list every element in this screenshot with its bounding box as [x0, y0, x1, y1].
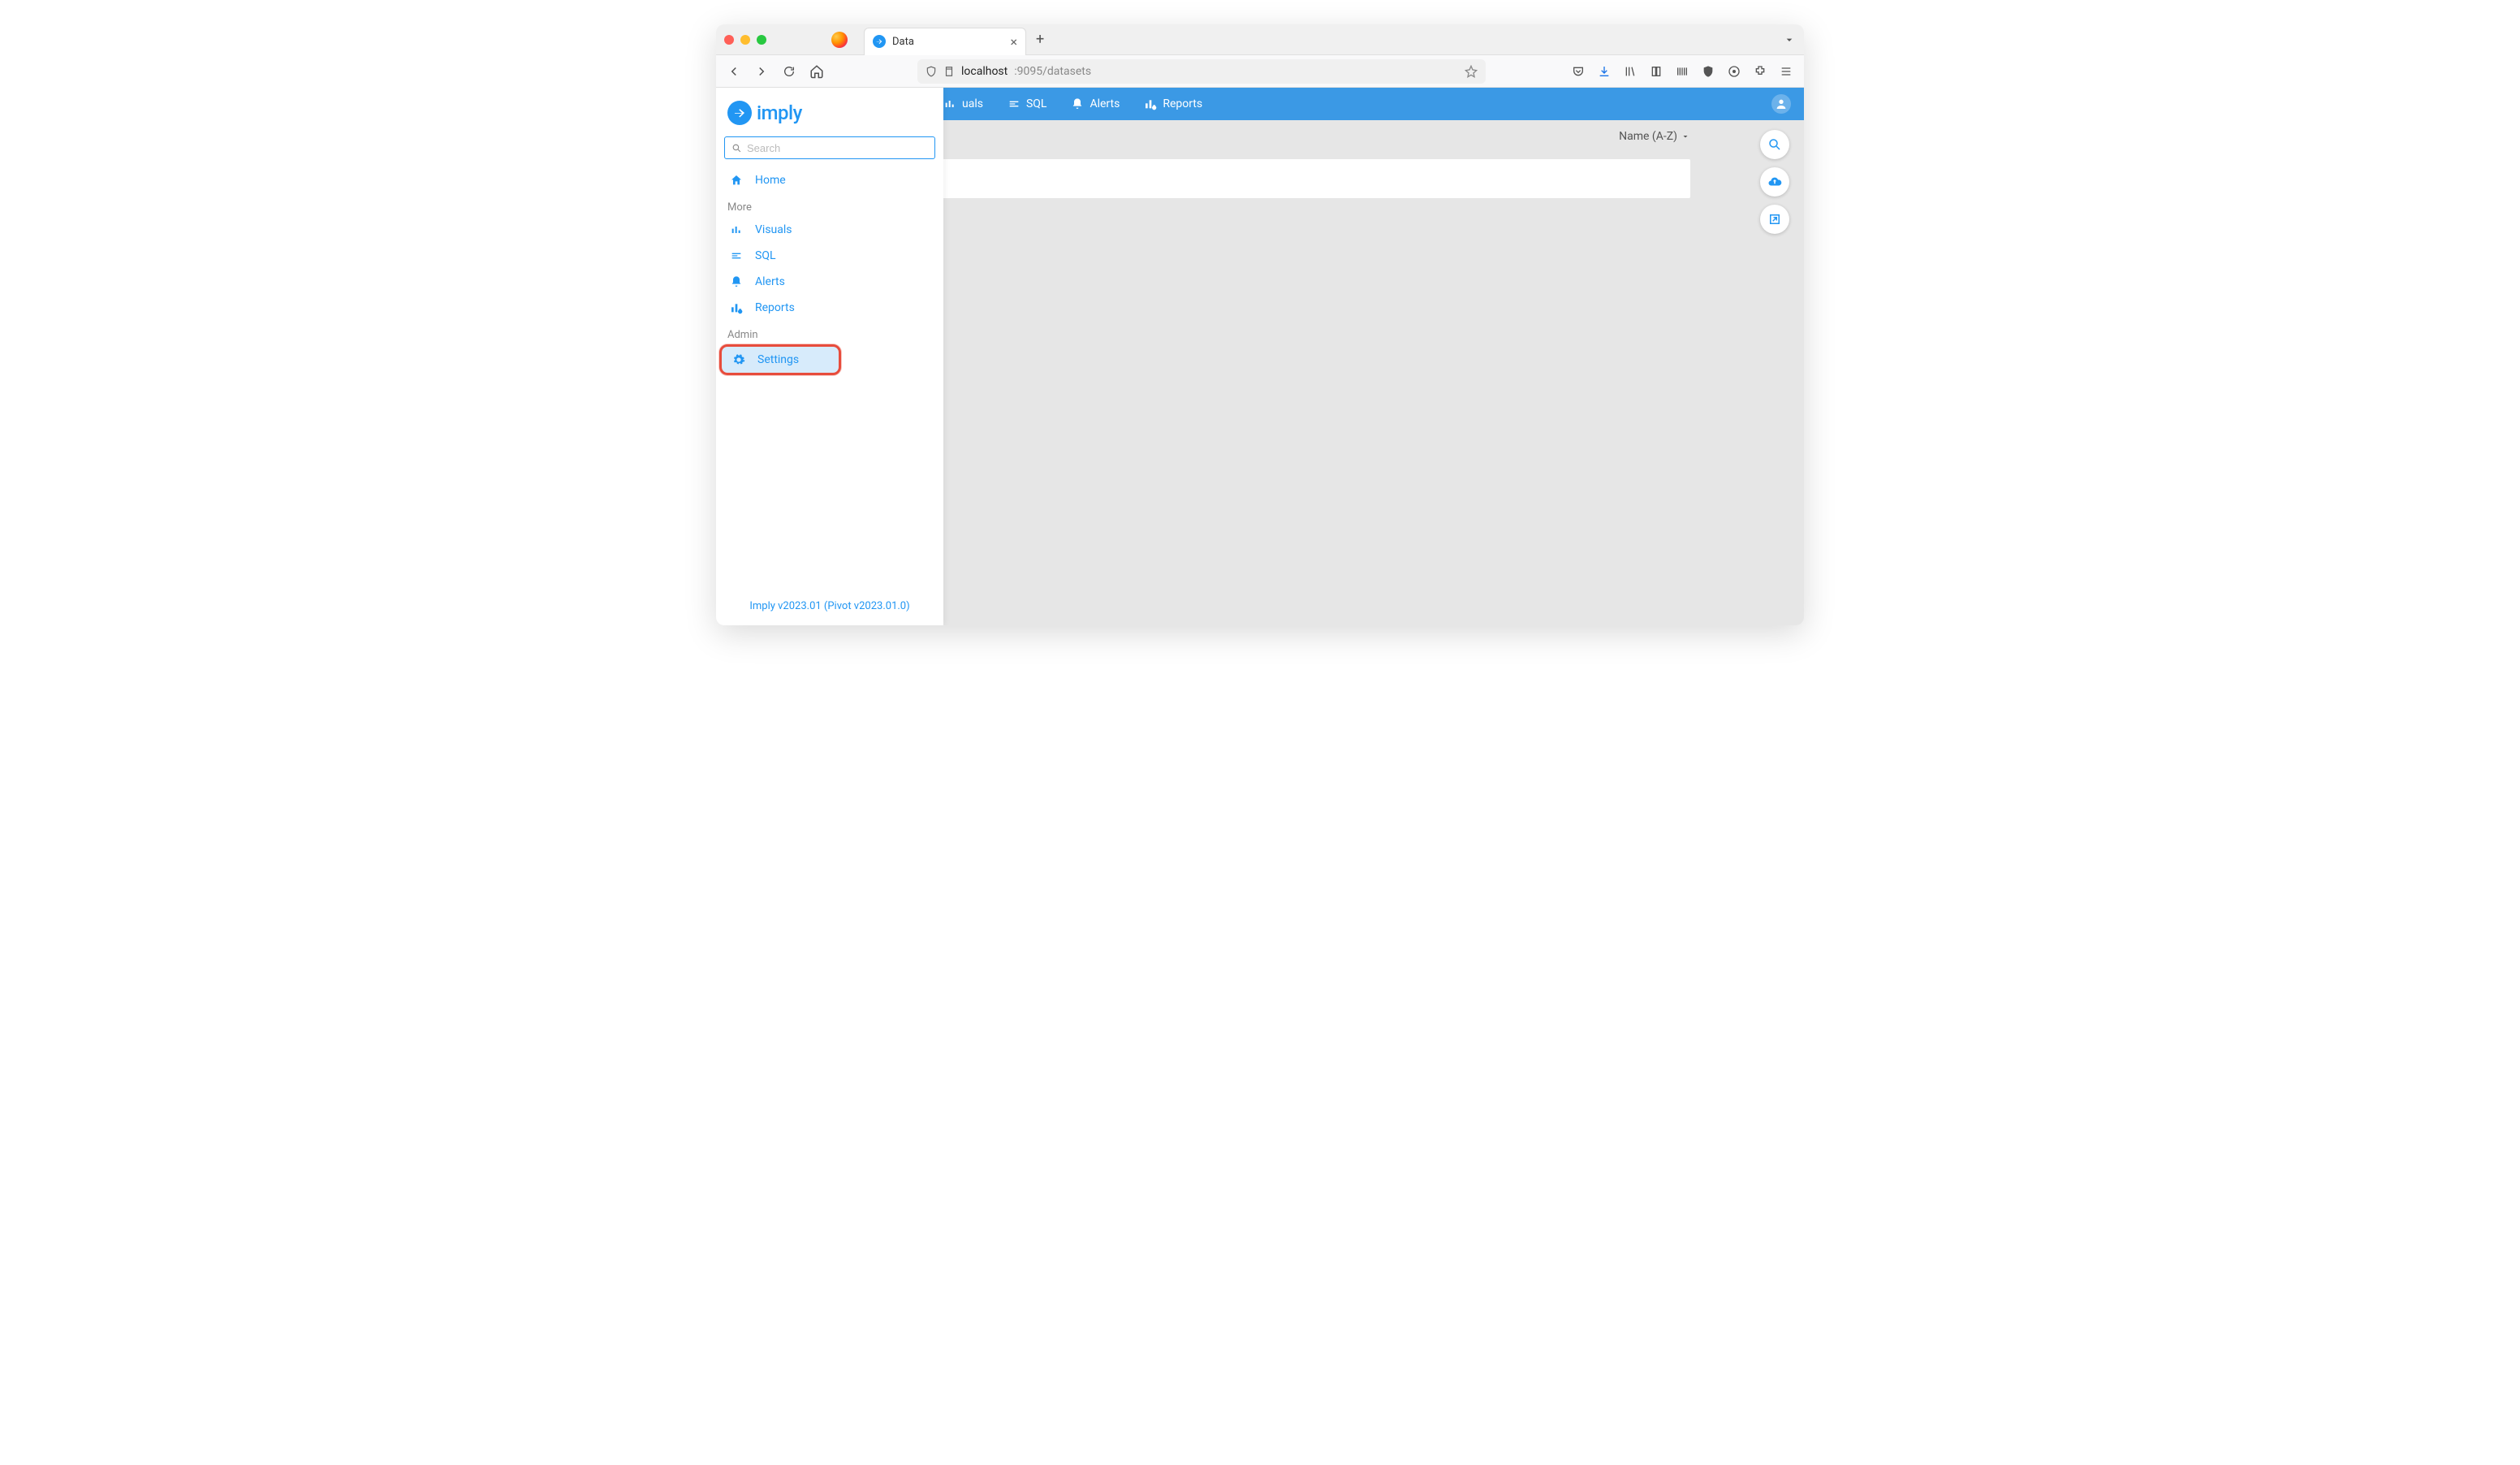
brand-icon	[727, 101, 752, 125]
nav-alerts-label: Alerts	[755, 275, 785, 288]
brand-logo[interactable]: imply	[716, 97, 943, 136]
tab-favicon	[873, 35, 886, 48]
nav-home-label: Home	[755, 174, 786, 187]
topnav-visuals[interactable]: uals	[943, 97, 983, 110]
open-external-button[interactable]	[1760, 205, 1789, 234]
barcode-icon[interactable]	[1676, 65, 1690, 78]
nav-home-button[interactable]	[809, 64, 825, 79]
page-info-icon	[943, 66, 955, 77]
menu-icon[interactable]	[1780, 65, 1794, 78]
reader-icon[interactable]	[1650, 65, 1664, 78]
topnav-user[interactable]	[1771, 94, 1791, 114]
nav-home[interactable]: Home	[716, 167, 943, 193]
browser-tab[interactable]: Data ×	[864, 28, 1026, 55]
pocket-icon[interactable]	[1572, 65, 1586, 78]
new-tab-button[interactable]: +	[1036, 31, 1044, 48]
home-icon	[729, 174, 744, 187]
firefox-icon	[831, 32, 848, 48]
topnav-alerts[interactable]: Alerts	[1071, 97, 1120, 110]
url-bar[interactable]: localhost :9095/datasets	[917, 59, 1486, 84]
reports-icon	[729, 301, 744, 314]
visuals-icon	[729, 223, 744, 236]
window-maximize-button[interactable]	[757, 35, 766, 45]
upload-action-button[interactable]	[1760, 167, 1789, 197]
url-host: localhost	[961, 65, 1008, 78]
tabs-dropdown-icon[interactable]	[1783, 33, 1796, 46]
nav-settings[interactable]: Settings	[719, 344, 841, 375]
nav-sql-label: SQL	[755, 249, 775, 262]
nav-reload-button[interactable]	[781, 65, 797, 78]
window-minimize-button[interactable]	[740, 35, 750, 45]
library-icon[interactable]	[1624, 65, 1638, 78]
window-close-button[interactable]	[724, 35, 734, 45]
ublock-icon[interactable]	[1702, 65, 1716, 78]
url-path: :9095/datasets	[1014, 65, 1091, 78]
sidebar-version: Imply v2023.01 (Pivot v2023.01.0)	[716, 587, 943, 625]
user-avatar-icon	[1771, 94, 1791, 114]
sidebar-search-input[interactable]	[747, 142, 928, 154]
brand-text: imply	[757, 102, 802, 124]
toolbar-right	[1572, 65, 1794, 78]
search-icon	[731, 143, 742, 153]
topnav-reports[interactable]: Reports	[1144, 97, 1202, 110]
sql-icon	[729, 249, 744, 262]
sort-dropdown[interactable]: Name (A-Z)	[1619, 130, 1690, 143]
topnav-sql[interactable]: SQL	[1008, 97, 1046, 110]
section-admin-label: Admin	[716, 321, 943, 344]
alerts-icon	[729, 275, 744, 288]
nav-reports-label: Reports	[755, 301, 795, 314]
app-area: uals SQL Alerts Reports Na	[716, 88, 1804, 625]
floating-actions	[1760, 130, 1789, 234]
settings-icon	[731, 353, 746, 366]
sidebar: imply Home More Visuals	[716, 88, 943, 625]
nav-settings-label: Settings	[757, 353, 799, 366]
search-action-button[interactable]	[1760, 130, 1789, 159]
nav-back-button[interactable]	[726, 64, 742, 79]
tab-title: Data	[892, 36, 1003, 48]
nav-reports[interactable]: Reports	[716, 295, 943, 321]
browser-window: Data × + localhos	[716, 24, 1804, 625]
nav-alerts[interactable]: Alerts	[716, 269, 943, 295]
password-icon[interactable]	[1728, 65, 1742, 78]
bookmark-star-icon[interactable]	[1465, 65, 1478, 78]
section-more-label: More	[716, 193, 943, 217]
nav-forward-button[interactable]	[753, 64, 770, 79]
browser-toolbar: localhost :9095/datasets	[716, 55, 1804, 88]
nav-sql[interactable]: SQL	[716, 243, 943, 269]
downloads-icon[interactable]	[1598, 65, 1612, 78]
nav-visuals[interactable]: Visuals	[716, 217, 943, 243]
sidebar-search[interactable]	[724, 136, 935, 159]
extensions-icon[interactable]	[1754, 65, 1768, 78]
nav-visuals-label: Visuals	[755, 223, 792, 236]
titlebar: Data × +	[716, 24, 1804, 55]
tab-close-icon[interactable]: ×	[1010, 34, 1017, 50]
shield-icon	[926, 66, 937, 77]
traffic-lights	[724, 35, 766, 45]
